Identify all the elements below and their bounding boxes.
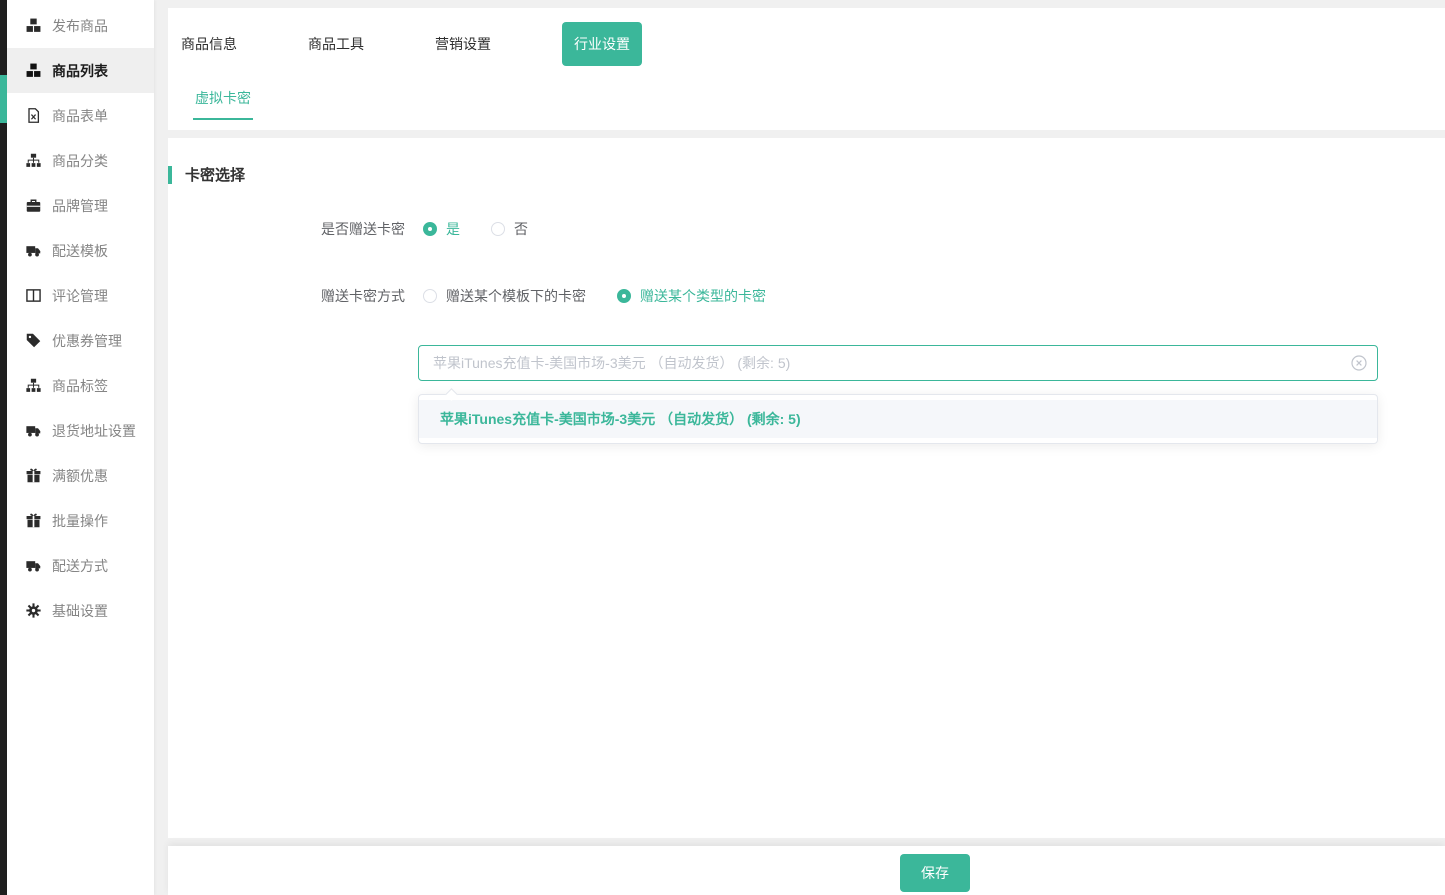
- columns-icon: [26, 288, 41, 303]
- sidebar-item-review-management[interactable]: 评论管理: [7, 273, 154, 318]
- sidebar-item-label: 批量操作: [52, 511, 108, 531]
- radio-label: 赠送某个类型的卡密: [640, 286, 766, 306]
- sidebar-item-product-list[interactable]: 商品列表: [7, 48, 154, 93]
- sidebar-item-product-form[interactable]: 商品表单: [7, 93, 154, 138]
- cubes-icon: [26, 63, 41, 78]
- tag-icon: [26, 333, 41, 348]
- sitemap-icon: [26, 378, 41, 393]
- card-type-dropdown: 苹果iTunes充值卡-美国市场-3美元 （自动发货） (剩余: 5): [418, 394, 1378, 444]
- truck-icon: [26, 558, 41, 573]
- sidebar-item-label: 商品表单: [52, 106, 108, 126]
- sidebar-item-full-discount[interactable]: 满额优惠: [7, 453, 154, 498]
- sidebar-item-brand-management[interactable]: 品牌管理: [7, 183, 154, 228]
- radio-unchecked-icon[interactable]: [491, 222, 505, 236]
- form-row-gift-method: 赠送卡密方式 赠送某个模板下的卡密 赠送某个类型的卡密: [168, 286, 797, 306]
- sitemap-icon: [26, 153, 41, 168]
- sidebar-item-label: 评论管理: [52, 286, 108, 306]
- section-title: 卡密选择: [185, 164, 245, 185]
- cubes-icon: [26, 18, 41, 33]
- radio-label: 赠送某个模板下的卡密: [446, 286, 586, 306]
- form-row-gift-card: 是否赠送卡密 是 否: [168, 219, 559, 239]
- sidebar-item-publish-product[interactable]: 发布商品: [7, 3, 154, 48]
- tab-industry-settings[interactable]: 行业设置: [562, 22, 642, 66]
- gift-icon: [26, 513, 41, 528]
- form-label: 赠送卡密方式: [168, 286, 405, 306]
- section-header: 卡密选择: [168, 164, 245, 185]
- sidebar-item-label: 优惠券管理: [52, 331, 122, 351]
- gift-icon: [26, 468, 41, 483]
- sidebar-item-return-address[interactable]: 退货地址设置: [7, 408, 154, 453]
- radio-option-no[interactable]: 否: [491, 219, 528, 239]
- sidebar-item-shipping-method[interactable]: 配送方式: [7, 543, 154, 588]
- tab-marketing-settings[interactable]: 营销设置: [435, 34, 491, 54]
- form-label: 是否赠送卡密: [168, 219, 405, 239]
- sidebar-item-label: 满额优惠: [52, 466, 108, 486]
- briefcase-icon: [26, 198, 41, 213]
- sidebar-item-label: 发布商品: [52, 16, 108, 36]
- sidebar: 发布商品 商品列表 商品表单 商品分类 品牌管理 配送模板 评论管理 优惠券管理…: [7, 0, 154, 895]
- gear-icon: [26, 603, 41, 618]
- tabs-row: 商品信息 商品工具 营销设置 行业设置: [181, 24, 642, 64]
- sidebar-item-label: 商品标签: [52, 376, 108, 396]
- truck-icon: [26, 423, 41, 438]
- radio-option-yes[interactable]: 是: [423, 219, 460, 239]
- section-accent-bar: [168, 166, 172, 184]
- radio-unchecked-icon[interactable]: [423, 289, 437, 303]
- sidebar-item-label: 基础设置: [52, 601, 108, 621]
- file-icon: [26, 108, 41, 123]
- radio-option-by-template[interactable]: 赠送某个模板下的卡密: [423, 286, 586, 306]
- sidebar-item-label: 配送方式: [52, 556, 108, 576]
- sidebar-item-batch-operations[interactable]: 批量操作: [7, 498, 154, 543]
- rail-scroll-indicator: [0, 75, 7, 123]
- sidebar-item-label: 退货地址设置: [52, 421, 136, 441]
- tab-product-info[interactable]: 商品信息: [181, 34, 237, 54]
- sidebar-item-label: 品牌管理: [52, 196, 108, 216]
- content-card: 卡密选择 是否赠送卡密 是 否 赠送卡密方式 赠送某个模板下的卡密 赠送某个类: [168, 138, 1445, 838]
- dropdown-caret: [445, 388, 458, 401]
- tab-product-tools[interactable]: 商品工具: [308, 34, 364, 54]
- save-button[interactable]: 保存: [900, 854, 970, 892]
- footer-bar: 保存: [168, 846, 1445, 895]
- sidebar-item-label: 商品分类: [52, 151, 108, 171]
- dropdown-option[interactable]: 苹果iTunes充值卡-美国市场-3美元 （自动发货） (剩余: 5): [419, 400, 1377, 438]
- card-type-select: [418, 345, 1378, 381]
- radio-option-by-type[interactable]: 赠送某个类型的卡密: [617, 286, 766, 306]
- truck-icon: [26, 243, 41, 258]
- radio-checked-icon[interactable]: [617, 289, 631, 303]
- sidebar-item-label: 商品列表: [52, 61, 108, 81]
- left-rail: [0, 0, 7, 895]
- subtab-virtual-card[interactable]: 虚拟卡密: [193, 88, 253, 120]
- card-type-select-input[interactable]: [418, 345, 1378, 381]
- clear-input-icon[interactable]: [1351, 355, 1367, 371]
- sidebar-item-product-category[interactable]: 商品分类: [7, 138, 154, 183]
- radio-checked-icon[interactable]: [423, 222, 437, 236]
- main-area: 商品信息 商品工具 营销设置 行业设置 虚拟卡密 卡密选择 是否赠送卡密 是 否: [168, 8, 1445, 838]
- sidebar-item-label: 配送模板: [52, 241, 108, 261]
- tabs-card: 商品信息 商品工具 营销设置 行业设置 虚拟卡密: [168, 8, 1445, 130]
- radio-label: 否: [514, 219, 528, 239]
- radio-label: 是: [446, 219, 460, 239]
- sidebar-item-coupon-management[interactable]: 优惠券管理: [7, 318, 154, 363]
- sidebar-item-basic-settings[interactable]: 基础设置: [7, 588, 154, 633]
- sidebar-item-product-tags[interactable]: 商品标签: [7, 363, 154, 408]
- sidebar-item-shipping-template[interactable]: 配送模板: [7, 228, 154, 273]
